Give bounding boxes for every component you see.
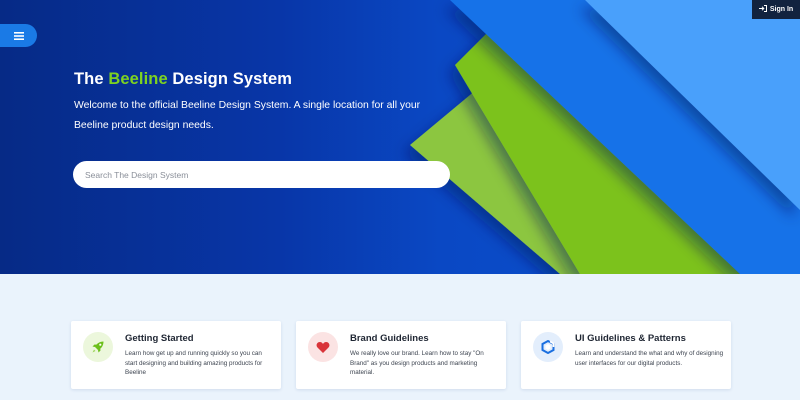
card-description: Learn and understand the what and why of… bbox=[575, 350, 724, 367]
title-suffix: Design System bbox=[167, 70, 293, 88]
card-title: UI Guidelines & Patterns bbox=[575, 333, 686, 344]
hamburger-menu-icon bbox=[13, 31, 24, 40]
hero-description: Welcome to the official Beeline Design S… bbox=[74, 100, 421, 131]
title-accent: Beeline bbox=[108, 70, 168, 88]
title-prefix: The bbox=[74, 70, 109, 88]
card-ui-guidelines[interactable]: UI Guidelines & Patterns Learn and under… bbox=[521, 321, 731, 389]
card-description: Learn how get up and running quickly so … bbox=[125, 350, 263, 376]
sign-in-button[interactable]: Sign In bbox=[752, 0, 800, 19]
card-title: Getting Started bbox=[125, 333, 194, 344]
sign-in-icon bbox=[758, 5, 767, 14]
heart-icon bbox=[308, 332, 338, 362]
hero-background-art bbox=[410, 0, 800, 274]
card-description: We really love our brand. Learn how to s… bbox=[350, 350, 484, 376]
card-brand-guidelines[interactable]: Brand Guidelines We really love our bran… bbox=[296, 321, 506, 389]
cube-icon bbox=[533, 332, 563, 362]
page-title: The Beeline Design System bbox=[74, 70, 292, 89]
card-title: Brand Guidelines bbox=[350, 333, 429, 344]
hero-banner: Sign In The Beeline Design System Welcom… bbox=[0, 0, 800, 274]
menu-button[interactable] bbox=[0, 24, 37, 47]
rocket-icon bbox=[83, 332, 113, 362]
sign-in-label: Sign In bbox=[769, 6, 794, 13]
card-getting-started[interactable]: Getting Started Learn how get up and run… bbox=[71, 321, 281, 389]
search-input[interactable] bbox=[73, 161, 450, 188]
